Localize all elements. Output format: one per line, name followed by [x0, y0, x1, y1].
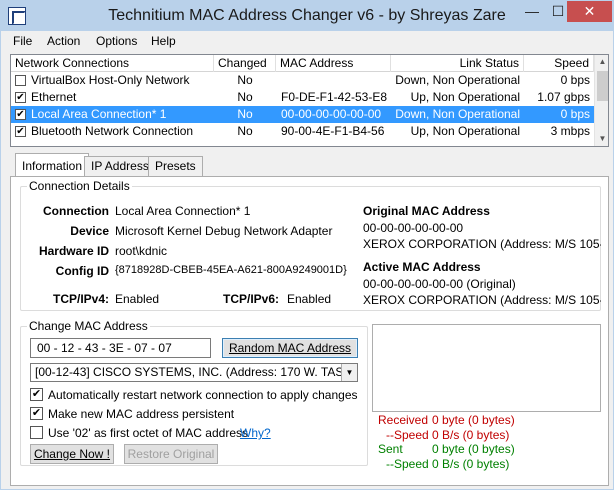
random-mac-label: Random MAC Address — [228, 341, 352, 355]
network-connections-list[interactable]: Network Connections Changed MAC Address … — [10, 54, 609, 147]
persistent-checkbox[interactable]: ✔ — [30, 407, 43, 420]
restore-original-button[interactable]: Restore Original — [124, 444, 218, 464]
device-value: Microsoft Kernel Debug Network Adapter — [115, 224, 333, 238]
vendor-select-value: [00-12-43] CISCO SYSTEMS, INC. (Address:… — [35, 365, 358, 379]
menu-help[interactable]: Help — [151, 34, 176, 48]
menu-bar: File Action Options Help — [1, 31, 613, 52]
title-bar[interactable]: Technitium MAC Address Changer v6 - by S… — [1, 1, 613, 31]
menu-options[interactable]: Options — [96, 34, 137, 48]
table-row[interactable]: ✔ Bluetooth Network Connection No 90-00-… — [11, 123, 594, 140]
connection-details-group: Connection Details Connection Local Area… — [20, 179, 601, 311]
auto-restart-checkbox[interactable]: ✔ — [30, 388, 43, 401]
chevron-down-icon[interactable]: ▼ — [341, 364, 357, 381]
change-mac-title: Change MAC Address — [27, 319, 150, 333]
config-id-value: {8718928D-CBEB-45EA-A621-800A9249001D} — [115, 264, 347, 276]
row-checkbox[interactable]: ✔ — [15, 109, 26, 120]
scroll-thumb[interactable] — [597, 71, 608, 101]
tcp-ipv6-label: TCP/IPv6: — [222, 292, 279, 306]
connection-value: Local Area Connection* 1 — [115, 204, 251, 218]
tab-presets[interactable]: Presets — [148, 156, 203, 176]
list-header: Network Connections Changed MAC Address … — [11, 55, 594, 72]
row-changed: No — [237, 124, 253, 138]
row-speed: 0 bps — [560, 73, 590, 87]
active-mac-title: Active MAC Address — [363, 260, 481, 274]
scroll-up-icon[interactable]: ▲ — [595, 55, 608, 69]
connection-details-title: Connection Details — [27, 179, 132, 193]
row-checkbox[interactable] — [15, 75, 26, 86]
row-name: Local Area Connection* 1 — [31, 107, 167, 121]
table-row[interactable]: ✔ Ethernet No F0-DE-F1-42-53-E8 Up, Non … — [11, 89, 594, 106]
row-changed: No — [237, 73, 253, 87]
list-scrollbar[interactable]: ▲ ▼ — [594, 55, 608, 146]
vendor-select[interactable]: [00-12-43] CISCO SYSTEMS, INC. (Address:… — [30, 363, 358, 382]
tab-information[interactable]: Information — [15, 153, 90, 177]
row-name: VirtualBox Host-Only Network — [31, 73, 190, 87]
auto-restart-label: Automatically restart network connection… — [48, 388, 358, 402]
col-mac-address[interactable]: MAC Address — [276, 55, 391, 72]
row-name: Bluetooth Network Connection — [31, 124, 194, 138]
sent-value: 0 byte (0 bytes) — [432, 442, 515, 456]
use-02-label: Use '02' as first octet of MAC address — [48, 426, 248, 440]
change-now-button[interactable]: Change Now ! — [30, 444, 114, 464]
row-mac: 00-00-00-00-00-00 — [281, 107, 382, 121]
change-now-label: Change Now ! — [33, 447, 111, 461]
row-changed: No — [237, 90, 253, 104]
persistent-label: Make new MAC address persistent — [48, 407, 235, 421]
row-status: Down, Non Operational — [395, 73, 520, 87]
rx-speed-value: 0 B/s (0 bytes) — [432, 428, 510, 442]
tab-ip-address[interactable]: IP Address — [84, 156, 156, 176]
tcp-ipv4-value: Enabled — [115, 292, 160, 306]
active-mac-vendor: XEROX CORPORATION (Address: M/S 105-50C, — [363, 293, 601, 307]
minimize-button[interactable]: — — [518, 1, 546, 22]
row-mac: F0-DE-F1-42-53-E8 — [281, 90, 388, 104]
row-mac — [281, 72, 391, 89]
row-checkbox[interactable]: ✔ — [15, 126, 26, 137]
app-window: Technitium MAC Address Changer v6 - by S… — [0, 0, 614, 490]
traffic-graph — [372, 324, 601, 412]
menu-action[interactable]: Action — [47, 34, 80, 48]
original-mac-value: 00-00-00-00-00-00 — [363, 221, 464, 235]
why-link[interactable]: Why? — [240, 426, 271, 440]
row-status: Up, Non Operational — [410, 124, 520, 138]
mac-address-input[interactable]: 00 - 12 - 43 - 3E - 07 - 07 — [30, 338, 211, 358]
received-value: 0 byte (0 bytes) — [432, 413, 515, 427]
row-checkbox[interactable]: ✔ — [15, 92, 26, 103]
random-mac-button[interactable]: Random MAC Address — [222, 338, 358, 358]
row-changed: No — [237, 107, 253, 121]
use-02-checkbox[interactable] — [30, 426, 43, 439]
col-network-connections[interactable]: Network Connections — [11, 55, 214, 72]
tx-speed-label: --Speed — [386, 457, 429, 471]
tcp-ipv6-value: Enabled — [287, 292, 332, 306]
row-speed: 3 mbps — [550, 124, 590, 138]
original-mac-vendor: XEROX CORPORATION (Address: M/S 105-50C, — [363, 237, 601, 251]
received-label: Received — [378, 413, 429, 427]
tx-speed-value: 0 B/s (0 bytes) — [432, 457, 510, 471]
config-id-label: Config ID — [55, 264, 109, 278]
scroll-down-icon[interactable]: ▼ — [595, 132, 608, 146]
row-mac: 90-00-4E-F1-B4-56 — [281, 124, 385, 138]
table-row[interactable]: VirtualBox Host-Only Network No Down, No… — [11, 72, 594, 89]
rx-speed-label: --Speed — [386, 428, 429, 442]
hardware-id-label: Hardware ID — [38, 244, 109, 258]
device-label: Device — [70, 224, 109, 238]
close-button[interactable]: ✕ — [567, 1, 612, 22]
row-speed: 1.07 gbps — [537, 90, 590, 104]
row-status: Down, Non Operational — [395, 107, 520, 121]
row-status: Up, Non Operational — [410, 90, 520, 104]
row-speed: 0 bps — [560, 107, 590, 121]
menu-file[interactable]: File — [13, 34, 32, 48]
row-name: Ethernet — [31, 90, 77, 104]
active-mac-value: 00-00-00-00-00-00 (Original) — [363, 277, 516, 291]
change-mac-group: Change MAC Address 00 - 12 - 43 - 3E - 0… — [20, 319, 368, 466]
col-speed[interactable]: Speed — [524, 55, 594, 72]
tcp-ipv4-label: TCP/IPv4: — [52, 292, 109, 306]
original-mac-title: Original MAC Address — [363, 204, 490, 218]
col-link-status[interactable]: Link Status — [391, 55, 524, 72]
connection-label: Connection — [43, 204, 109, 218]
table-row[interactable]: ✔ Local Area Connection* 1 No 00-00-00-0… — [11, 106, 594, 123]
hardware-id-value: root\kdnic — [115, 244, 168, 258]
col-changed[interactable]: Changed — [214, 55, 276, 72]
sent-label: Sent — [378, 442, 403, 456]
